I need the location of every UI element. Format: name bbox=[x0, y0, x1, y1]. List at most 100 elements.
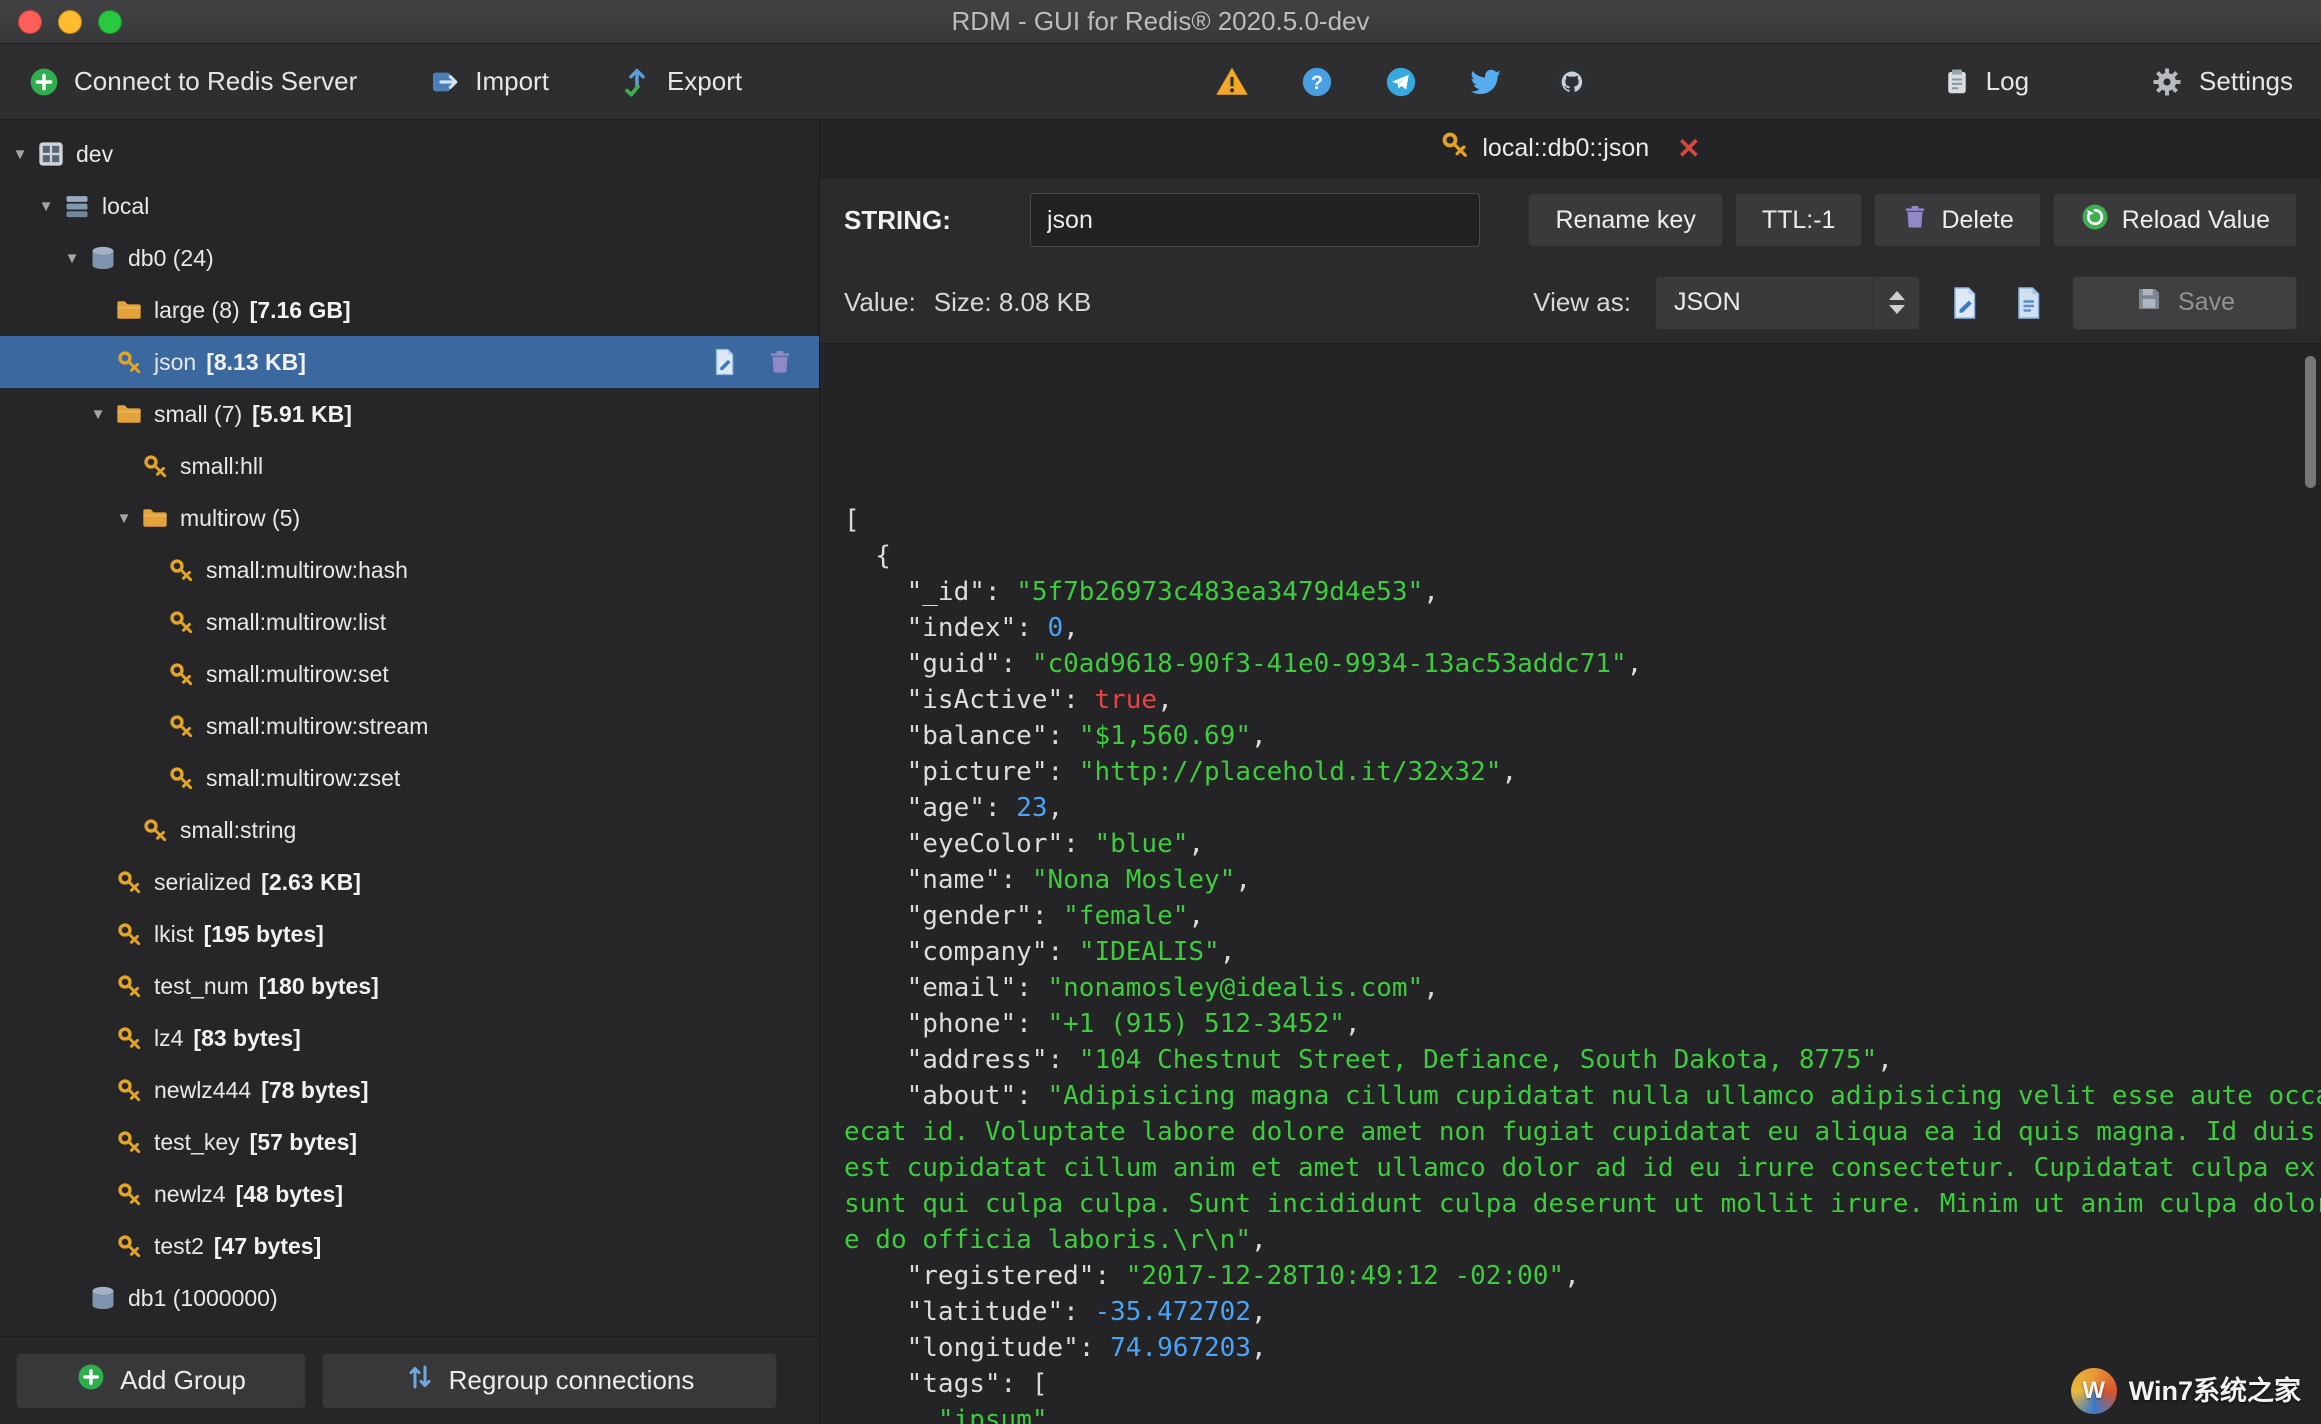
help-icon[interactable]: ? bbox=[1300, 65, 1334, 99]
tree-item-large[interactable]: large (8) [7.16 GB] bbox=[0, 284, 819, 336]
tree-item-db0[interactable]: ▼ db0 (24) bbox=[0, 232, 819, 284]
zoom-window-button[interactable] bbox=[98, 9, 122, 34]
editor-line: "eyeColor": "blue", bbox=[844, 829, 1205, 859]
tree-item-small-multirow-list[interactable]: small:multirow:list bbox=[0, 596, 819, 648]
view-as-select[interactable]: JSON bbox=[1655, 275, 1920, 330]
import-button[interactable]: Import bbox=[429, 66, 549, 98]
connect-button[interactable]: Connect to Redis Server bbox=[28, 66, 357, 98]
twitter-icon[interactable] bbox=[1468, 64, 1504, 100]
tree-item-test_num[interactable]: test_num [180 bytes] bbox=[0, 960, 819, 1012]
value-label: Value: bbox=[844, 287, 916, 317]
tree-item-test2[interactable]: test2 [47 bytes] bbox=[0, 1220, 819, 1272]
minimize-window-button[interactable] bbox=[58, 9, 82, 34]
key-icon bbox=[112, 973, 146, 1000]
titlebar: RDM - GUI for Redis® 2020.5.0-dev bbox=[0, 0, 2321, 44]
key-type-label: STRING: bbox=[844, 204, 951, 235]
tree-item-lz4[interactable]: lz4 [83 bytes] bbox=[0, 1012, 819, 1064]
tree-item-small-string[interactable]: small:string bbox=[0, 804, 819, 856]
expander-icon[interactable]: ▼ bbox=[58, 250, 86, 267]
tree-item-local[interactable]: ▼ local bbox=[0, 180, 819, 232]
ttl-label: TTL:-1 bbox=[1761, 205, 1836, 234]
github-icon[interactable] bbox=[1554, 64, 1590, 100]
close-tab-icon[interactable]: ✕ bbox=[1677, 134, 1700, 163]
folder-icon bbox=[138, 504, 172, 532]
tree-item-multirow[interactable]: ▼ multirow (5) bbox=[0, 492, 819, 544]
tree-item-serialized[interactable]: serialized [2.63 KB] bbox=[0, 856, 819, 908]
add-group-button[interactable]: Add Group bbox=[16, 1352, 306, 1409]
connect-button-label: Connect to Redis Server bbox=[74, 66, 358, 96]
key-icon bbox=[112, 349, 146, 376]
expander-icon[interactable]: ▼ bbox=[6, 146, 34, 163]
tree-item-lkist[interactable]: lkist [195 bytes] bbox=[0, 908, 819, 960]
reload-value-button[interactable]: Reload Value bbox=[2052, 193, 2297, 247]
delete-key-button[interactable]: Delete bbox=[1874, 193, 2041, 247]
expander-icon[interactable]: ▼ bbox=[32, 198, 60, 215]
tree-item-small-multirow-set[interactable]: small:multirow:set bbox=[0, 648, 819, 700]
regroup-label: Regroup connections bbox=[448, 1365, 695, 1395]
tree-item-small-hll[interactable]: small:hll bbox=[0, 440, 819, 492]
tree-item-newlz4[interactable]: newlz4 [48 bytes] bbox=[0, 1168, 819, 1220]
tree-item-small-multirow-stream[interactable]: small:multirow:stream bbox=[0, 700, 819, 752]
watermark-logo: W bbox=[2070, 1368, 2117, 1414]
tree-item-label: large (8) bbox=[154, 296, 240, 323]
telegram-icon[interactable] bbox=[1384, 65, 1418, 99]
tab-bar: local::db0::json ✕ bbox=[820, 120, 2321, 178]
save-icon bbox=[2134, 284, 2164, 321]
edit-value-icon[interactable] bbox=[1944, 285, 1984, 321]
tree-item-label: small:multirow:set bbox=[206, 660, 389, 687]
tree-item-label: small:multirow:hash bbox=[206, 556, 408, 583]
connections-sidebar: ▼ dev ▼ local ▼ db0 (24) large (8) [7.16 GB] jso… bbox=[0, 120, 820, 1424]
delete-key-label: Delete bbox=[1941, 205, 2014, 234]
rename-key-button[interactable]: Rename key bbox=[1528, 193, 1723, 247]
tree-item-db1[interactable]: db1 (1000000) bbox=[0, 1272, 819, 1324]
warning-icon[interactable] bbox=[1214, 64, 1250, 100]
stack-icon bbox=[60, 192, 94, 220]
tree-item-label: newlz444 bbox=[154, 1076, 252, 1103]
scrollbar-thumb[interactable] bbox=[2305, 356, 2316, 488]
tree-item-dev[interactable]: ▼ dev bbox=[0, 128, 819, 180]
save-button[interactable]: Save bbox=[2072, 275, 2297, 330]
tree-item-size: [180 bytes] bbox=[258, 972, 379, 999]
editor-line: "about": "Adipisicing magna cillum cupid… bbox=[844, 1081, 2321, 1111]
tree-item-test_key[interactable]: test_key [57 bytes] bbox=[0, 1116, 819, 1168]
tree-item-db2[interactable]: db2 (0) bbox=[0, 1324, 819, 1336]
key-name-input[interactable] bbox=[1030, 193, 1480, 247]
tree-item-json[interactable]: json [8.13 KB] bbox=[0, 336, 819, 388]
settings-button[interactable]: Settings bbox=[2149, 64, 2293, 100]
expander-icon[interactable]: ▼ bbox=[110, 510, 138, 527]
export-button[interactable]: Export bbox=[621, 66, 742, 98]
regroup-connections-button[interactable]: Regroup connections bbox=[322, 1352, 777, 1409]
editor-line: "index": 0, bbox=[844, 613, 1079, 643]
log-button[interactable]: Log bbox=[1942, 66, 2029, 97]
load-from-file-icon[interactable] bbox=[2008, 285, 2048, 321]
tree-item-small-multirow-hash[interactable]: small:multirow:hash bbox=[0, 544, 819, 596]
tree-item-small[interactable]: ▼ small (7) [5.91 KB] bbox=[0, 388, 819, 440]
value-editor[interactable]: W Win7系统之家 [ { "_id": "5f7b26973c483ea34… bbox=[820, 344, 2321, 1424]
tree-item-label: multirow (5) bbox=[180, 504, 301, 531]
editor-line: "age": 23, bbox=[844, 793, 1064, 823]
tree-item-size: [8.13 KB] bbox=[206, 348, 306, 375]
import-icon bbox=[429, 66, 461, 98]
plus-circle-icon bbox=[28, 66, 60, 98]
tree-item-label: serialized bbox=[154, 868, 252, 895]
tree-item-size: [78 bytes] bbox=[261, 1076, 369, 1103]
editor-line: "latitude": -35.472702, bbox=[844, 1297, 1267, 1327]
expander-icon[interactable]: ▼ bbox=[84, 406, 112, 423]
editor-line: "registered": "2017-12-28T10:49:12 -02:0… bbox=[844, 1261, 1580, 1291]
edit-key-icon[interactable] bbox=[707, 347, 741, 377]
tree-item-newlz444[interactable]: newlz444 [78 bytes] bbox=[0, 1064, 819, 1116]
close-window-button[interactable] bbox=[18, 9, 42, 34]
delete-key-icon[interactable] bbox=[763, 348, 797, 376]
tree-item-small-multirow-zset[interactable]: small:multirow:zset bbox=[0, 752, 819, 804]
tab-key-json[interactable]: local::db0::json ✕ bbox=[1440, 130, 1701, 167]
ttl-button[interactable]: TTL:-1 bbox=[1734, 193, 1863, 247]
